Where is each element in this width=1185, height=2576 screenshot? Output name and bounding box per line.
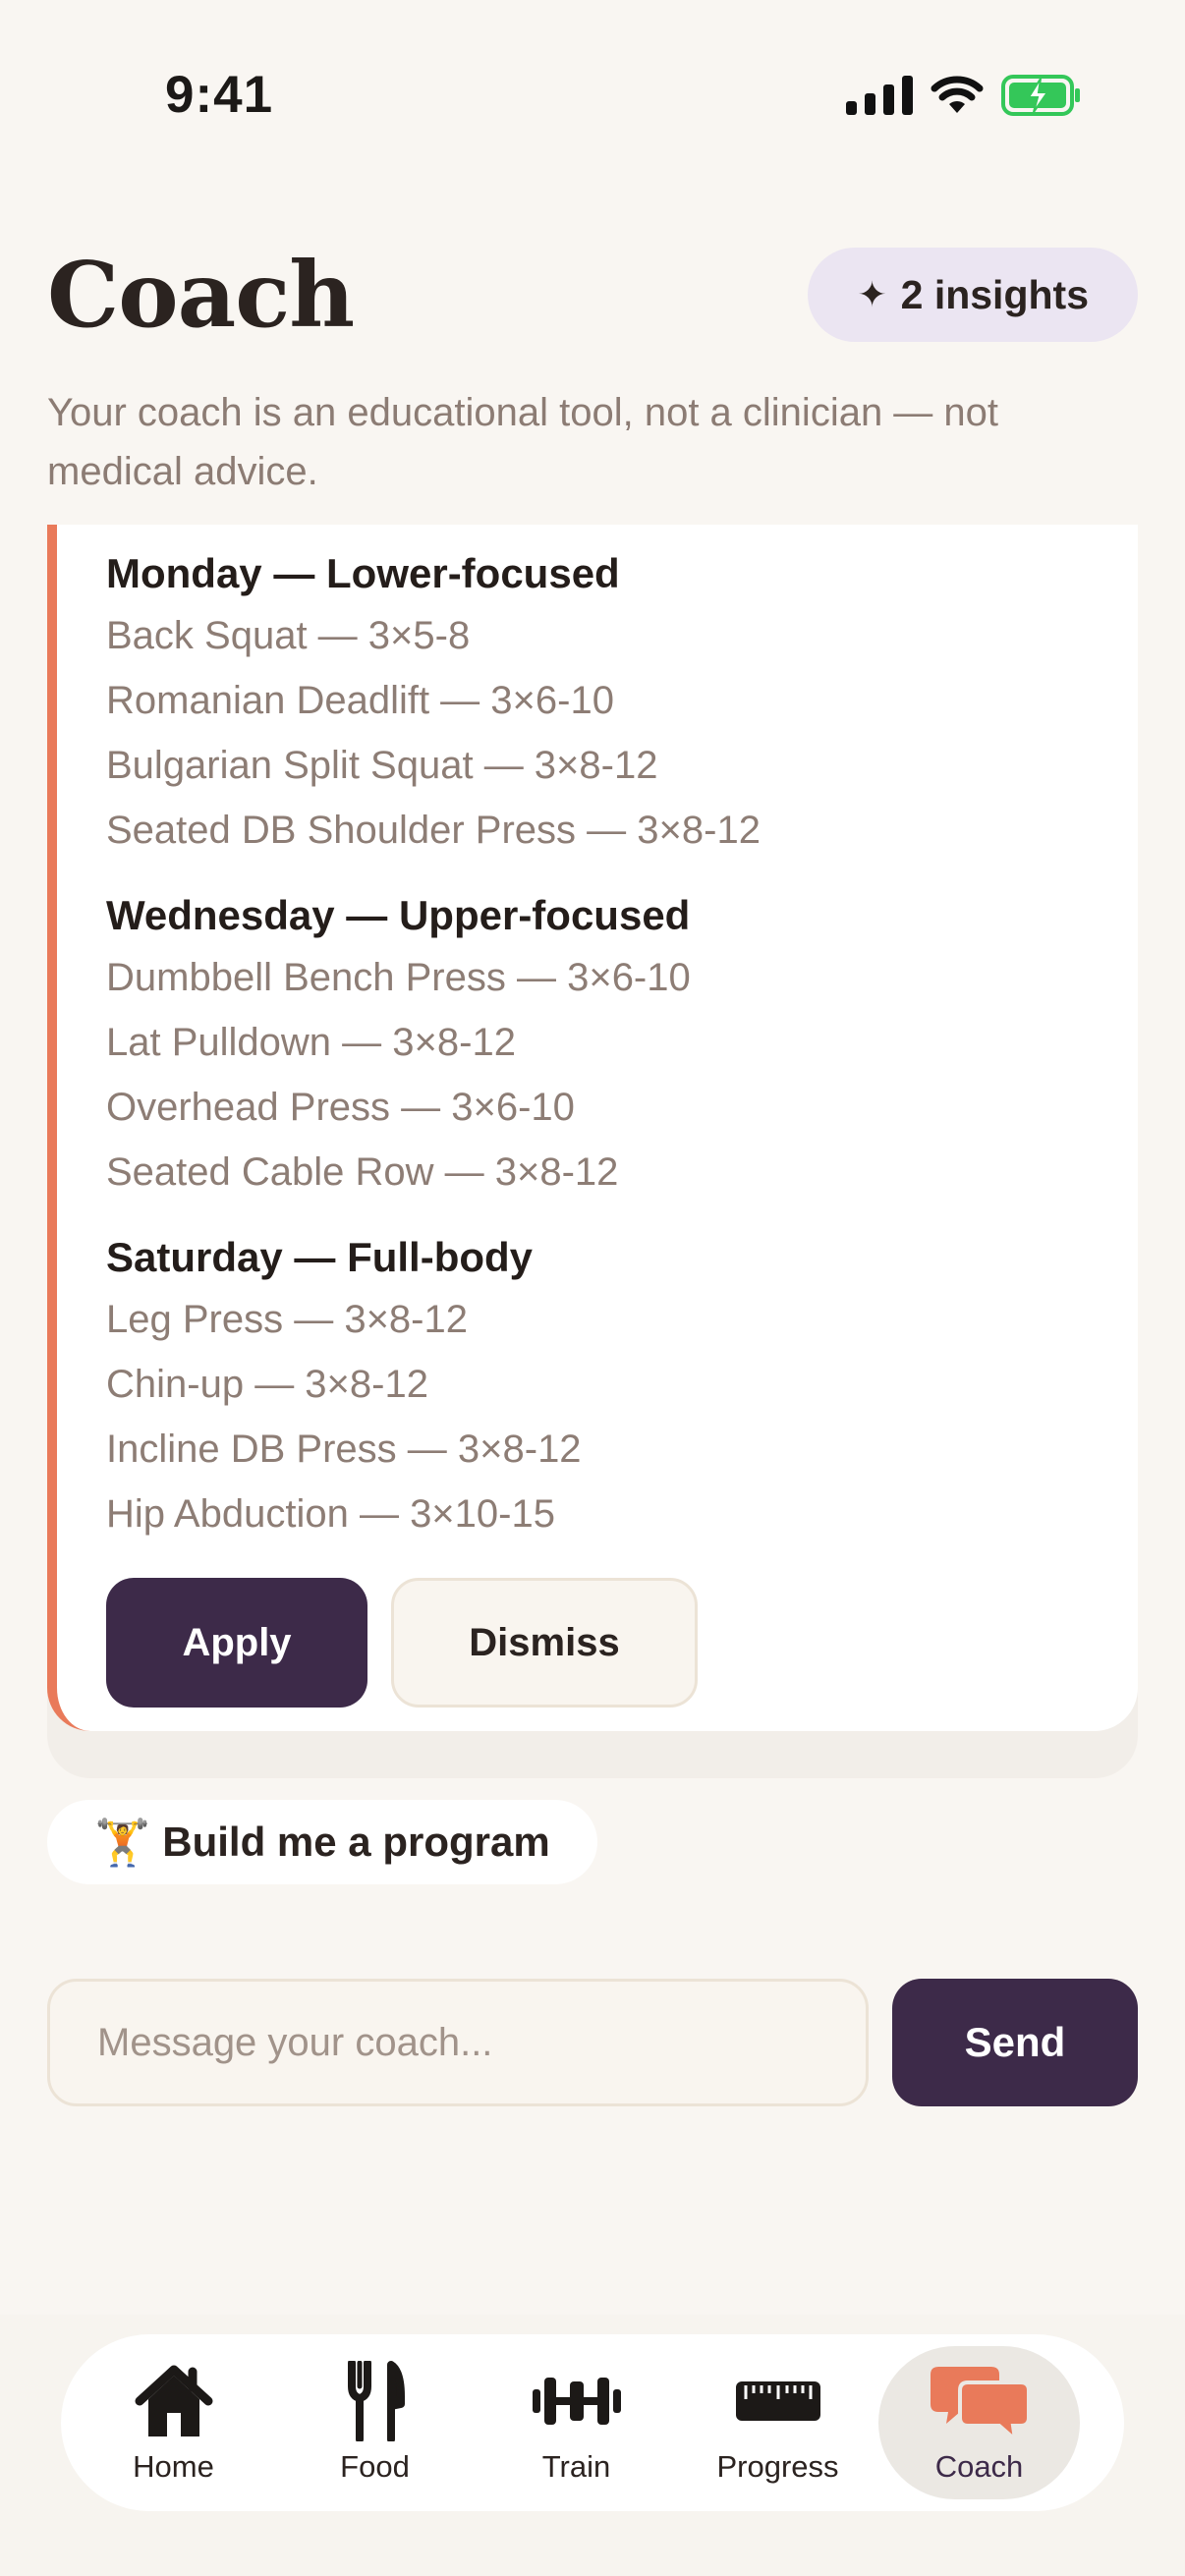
ruler-icon (735, 2361, 820, 2441)
exercise-item: Dumbbell Bench Press — 3×6-10 (106, 956, 691, 999)
exercise-item: Romanian Deadlift — 3×6-10 (106, 679, 614, 722)
exercise-item: Seated Cable Row — 3×8-12 (106, 1150, 619, 1194)
tab-label: Coach (934, 2449, 1024, 2484)
card-actions: Apply Dismiss (106, 1578, 698, 1708)
dumbbell-icon (532, 2361, 621, 2441)
exercise-item: Chin-up — 3×8-12 (106, 1363, 428, 1406)
page-title: Coach (47, 242, 355, 348)
exercise-item: Overhead Press — 3×6-10 (106, 1086, 575, 1129)
build-program-chip[interactable]: 🏋️ Build me a program (47, 1800, 597, 1884)
dismiss-button[interactable]: Dismiss (391, 1578, 698, 1708)
cellular-signal-icon (846, 76, 913, 115)
day-block-wednesday: Wednesday — Upper-focused Dumbbell Bench… (106, 886, 691, 1204)
tab-food[interactable]: Food (274, 2346, 476, 2499)
tab-label: Progress (716, 2449, 839, 2484)
send-button[interactable]: Send (892, 1979, 1138, 2106)
tab-label: Train (541, 2449, 611, 2484)
message-input[interactable] (47, 1979, 869, 2106)
exercise-item: Hip Abduction — 3×10-15 (106, 1492, 555, 1536)
tab-label: Food (340, 2449, 410, 2484)
status-time: 9:41 (165, 66, 274, 124)
program-suggestion-card: Monday — Lower-focused Back Squat — 3×5-… (47, 525, 1138, 1731)
tab-train[interactable]: Train (476, 2346, 677, 2499)
page-header: Coach ✦ 2 insights (47, 246, 1138, 344)
tab-home[interactable]: Home (73, 2346, 274, 2499)
fork-knife-icon (346, 2361, 405, 2441)
tab-label: Home (133, 2449, 214, 2484)
exercise-item: Leg Press — 3×8-12 (106, 1298, 468, 1341)
chip-label: Build me a program (162, 1819, 550, 1865)
status-icons (846, 75, 1082, 116)
disclaimer-text: Your coach is an educational tool, not a… (47, 391, 999, 493)
exercise-item: Back Squat — 3×5-8 (106, 614, 471, 657)
battery-charging-icon (1001, 75, 1082, 116)
day-block-monday: Monday — Lower-focused Back Squat — 3×5-… (106, 544, 761, 863)
weightlifter-icon: 🏋️ (94, 1816, 151, 1868)
tab-progress[interactable]: Progress (677, 2346, 878, 2499)
day-title: Monday — Lower-focused (106, 550, 620, 596)
exercise-item: Seated DB Shoulder Press — 3×8-12 (106, 809, 761, 852)
day-block-saturday: Saturday — Full-body Leg Press — 3×8-12 … (106, 1228, 582, 1546)
status-bar: 9:41 (0, 0, 1185, 196)
wifi-icon (931, 76, 984, 115)
day-title: Wednesday — Upper-focused (106, 892, 691, 938)
exercise-item: Incline DB Press — 3×8-12 (106, 1428, 582, 1471)
sparkle-icon: ✦ (857, 274, 887, 314)
home-icon (134, 2361, 214, 2441)
day-title: Saturday — Full-body (106, 1234, 534, 1280)
tab-coach[interactable]: Coach (878, 2346, 1080, 2499)
apply-button[interactable]: Apply (106, 1578, 367, 1708)
chat-bubbles-icon (930, 2361, 1029, 2441)
exercise-item: Bulgarian Split Squat — 3×8-12 (106, 744, 658, 787)
insights-label: 2 insights (900, 271, 1089, 317)
tab-bar: Home Food Train Progress Coach (61, 2334, 1124, 2511)
insights-button[interactable]: ✦ 2 insights (808, 248, 1138, 342)
exercise-item: Lat Pulldown — 3×8-12 (106, 1021, 516, 1064)
